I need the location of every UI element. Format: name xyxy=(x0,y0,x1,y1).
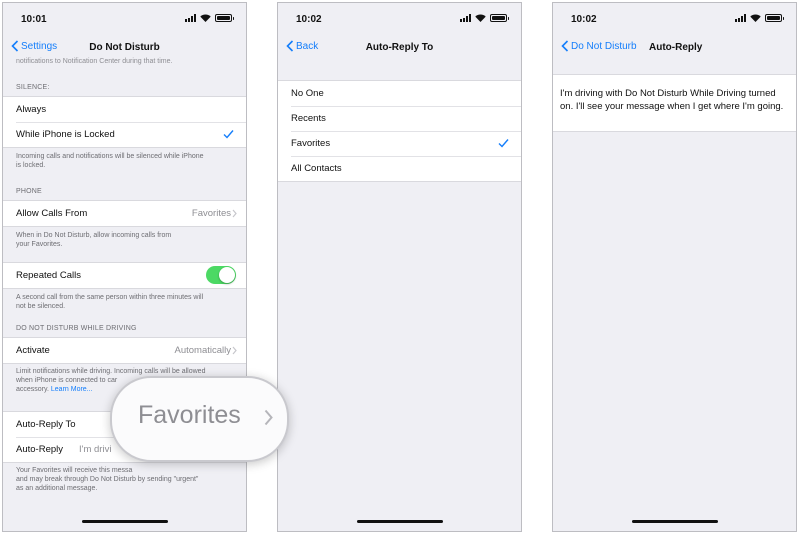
silence-option-while-locked[interactable]: While iPhone is Locked xyxy=(3,122,246,147)
row-value: Automatically xyxy=(174,345,232,356)
navigation-bar: Settings Do Not Disturb xyxy=(3,37,246,59)
toggle-knob xyxy=(219,267,235,283)
status-bar: 10:02 xyxy=(278,3,521,37)
row-value: Favorites xyxy=(191,208,231,219)
cellular-signal-icon xyxy=(185,14,196,22)
option-label: While iPhone is Locked xyxy=(16,129,115,140)
option-label: Always xyxy=(16,104,47,115)
option-no-one[interactable]: No One xyxy=(278,81,521,106)
magnifier-callout: Favorites xyxy=(110,376,289,462)
option-label: No One xyxy=(291,88,324,99)
status-time: 10:02 xyxy=(571,14,597,25)
auto-reply-message-field[interactable]: I'm driving with Do Not Disturb While Dr… xyxy=(553,74,796,132)
repeated-calls-group: Repeated Calls xyxy=(3,262,246,289)
wifi-icon xyxy=(200,14,211,22)
battery-icon xyxy=(490,14,509,22)
page-title: Auto-Reply To xyxy=(365,42,434,53)
home-indicator xyxy=(356,520,443,523)
home-indicator xyxy=(631,520,718,523)
checkmark-icon xyxy=(223,130,234,139)
navigation-bar: Back Auto-Reply To xyxy=(278,37,521,59)
activate-row[interactable]: Activate Automatically xyxy=(3,338,246,363)
phone-section-header: PHONE xyxy=(16,188,42,195)
page-title: Do Not Disturb xyxy=(89,42,160,53)
silence-footer-line: Incoming calls and notifications will be… xyxy=(16,153,204,160)
chevron-right-icon xyxy=(232,209,237,218)
phone-footer-line: your Favorites. xyxy=(16,241,63,248)
option-label: Recents xyxy=(291,113,326,124)
scrolled-footer-text: notifications to Notification Center dur… xyxy=(16,58,173,65)
option-label: All Contacts xyxy=(291,163,342,174)
repeated-calls-row: Repeated Calls xyxy=(3,263,246,288)
home-indicator xyxy=(81,520,168,523)
battery-icon xyxy=(215,14,234,22)
phone-group: Allow Calls From Favorites xyxy=(3,200,246,227)
status-time: 10:01 xyxy=(21,14,47,25)
status-bar: 10:02 xyxy=(553,3,796,37)
battery-icon xyxy=(765,14,784,22)
phone-screen-auto-reply-to: 10:02 Back Auto-Reply To No One Recents … xyxy=(277,2,522,532)
repeated-footer-line: not be silenced. xyxy=(16,303,66,310)
auto-reply-footer-line: and may break through Do Not Disturb by … xyxy=(16,476,199,483)
auto-reply-footer: Your Favorites will receive this messa a… xyxy=(16,466,236,493)
phone-footer: When in Do Not Disturb, allow incoming c… xyxy=(16,231,236,249)
checkmark-icon xyxy=(498,139,509,148)
auto-reply-footer-line: Your Favorites will receive this messa xyxy=(16,467,133,474)
page-title: Auto-Reply xyxy=(649,42,703,53)
status-bar: 10:01 xyxy=(3,3,246,37)
driving-section-header: DO NOT DISTURB WHILE DRIVING xyxy=(16,325,137,332)
status-time: 10:02 xyxy=(296,14,322,25)
repeated-footer-line: A second call from the same person withi… xyxy=(16,294,204,301)
driving-footer-line: Limit notifications while driving. Incom… xyxy=(16,368,206,375)
back-button[interactable]: Do Not Disturb xyxy=(561,40,637,52)
driving-footer-line: accessory. xyxy=(16,386,49,393)
allow-calls-from-row[interactable]: Allow Calls From Favorites xyxy=(3,201,246,226)
phone-footer-line: When in Do Not Disturb, allow incoming c… xyxy=(16,232,172,239)
phone-screen-auto-reply: 10:02 Do Not Disturb Auto-Reply I'm driv… xyxy=(552,2,797,532)
wifi-icon xyxy=(750,14,761,22)
silence-group: Always While iPhone is Locked xyxy=(3,96,246,148)
back-button-label: Do Not Disturb xyxy=(571,40,637,52)
option-favorites[interactable]: Favorites xyxy=(278,131,521,156)
chevron-right-icon xyxy=(264,409,273,426)
option-recents[interactable]: Recents xyxy=(278,106,521,131)
magnified-value: Favorites xyxy=(138,401,241,429)
auto-reply-to-options: No One Recents Favorites All Contacts xyxy=(278,80,521,182)
repeated-calls-footer: A second call from the same person withi… xyxy=(16,293,236,311)
option-all-contacts[interactable]: All Contacts xyxy=(278,156,521,181)
cellular-signal-icon xyxy=(460,14,471,22)
navigation-bar: Do Not Disturb Auto-Reply xyxy=(553,37,796,59)
driving-group: Activate Automatically xyxy=(3,337,246,364)
chevron-right-icon xyxy=(232,346,237,355)
silence-option-always[interactable]: Always xyxy=(3,97,246,122)
cellular-signal-icon xyxy=(735,14,746,22)
chevron-left-icon xyxy=(561,40,569,52)
row-label: Auto-Reply xyxy=(16,444,63,455)
silence-section-header: SILENCE: xyxy=(16,84,50,91)
row-label: Allow Calls From xyxy=(16,208,88,219)
row-label: Repeated Calls xyxy=(16,270,81,281)
silence-footer: Incoming calls and notifications will be… xyxy=(16,152,236,170)
option-label: Favorites xyxy=(291,138,331,149)
wifi-icon xyxy=(475,14,486,22)
row-label: Auto-Reply To xyxy=(16,419,76,430)
repeated-calls-toggle[interactable] xyxy=(206,266,236,284)
auto-reply-footer-line: as an additional message. xyxy=(16,485,98,492)
row-label: Activate xyxy=(16,345,50,356)
silence-footer-line: is locked. xyxy=(16,162,46,169)
row-value: I'm drivi xyxy=(79,444,112,455)
learn-more-link[interactable]: Learn More... xyxy=(51,386,93,393)
